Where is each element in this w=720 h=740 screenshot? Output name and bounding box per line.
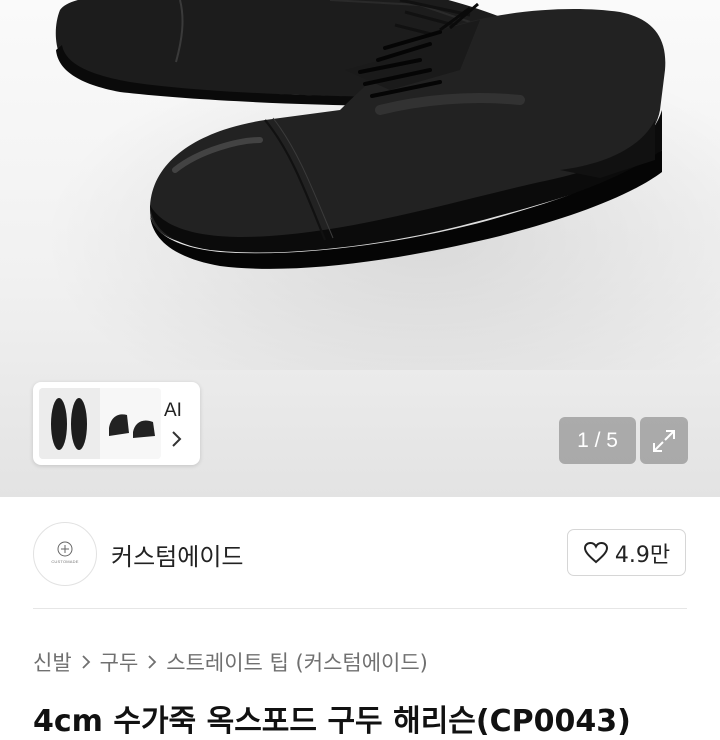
brand-logo-icon <box>57 541 73 557</box>
image-counter: 1 / 5 <box>559 417 636 464</box>
product-image-gallery[interactable]: AI 1 / 5 <box>0 0 720 497</box>
thumbnail-image[interactable] <box>39 388 161 459</box>
thumbnail-strip[interactable] <box>33 382 200 465</box>
breadcrumb-item-dress-shoes[interactable]: 구두 <box>100 647 139 677</box>
thumbnail-shoes <box>39 388 161 459</box>
breadcrumb: 신발 구두 스트레이트 팁 (커스텀에이드) <box>33 647 428 677</box>
section-divider <box>33 608 687 609</box>
breadcrumb-item-straight-tip[interactable]: 스트레이트 팁 (커스텀에이드) <box>166 647 428 677</box>
ai-label: AI <box>164 400 182 421</box>
seller-name[interactable]: 커스텀에이드 <box>111 537 243 572</box>
avatar-brand-text: CUSTOMADE <box>51 559 79 564</box>
chevron-right-icon <box>147 654 157 670</box>
expand-icon <box>653 429 675 452</box>
expand-button[interactable] <box>640 417 688 464</box>
product-title: 4cm 수가죽 옥스포드 구두 해리슨(CP0043) <box>33 704 631 739</box>
breadcrumb-item-shoes[interactable]: 신발 <box>33 647 72 677</box>
like-count: 4.9만 <box>614 542 671 568</box>
chevron-right-icon <box>81 654 91 670</box>
like-button[interactable]: 4.9만 <box>567 529 686 576</box>
heart-icon <box>583 541 608 563</box>
chevron-right-icon[interactable] <box>170 430 182 448</box>
seller-avatar[interactable]: CUSTOMADE <box>33 522 97 586</box>
